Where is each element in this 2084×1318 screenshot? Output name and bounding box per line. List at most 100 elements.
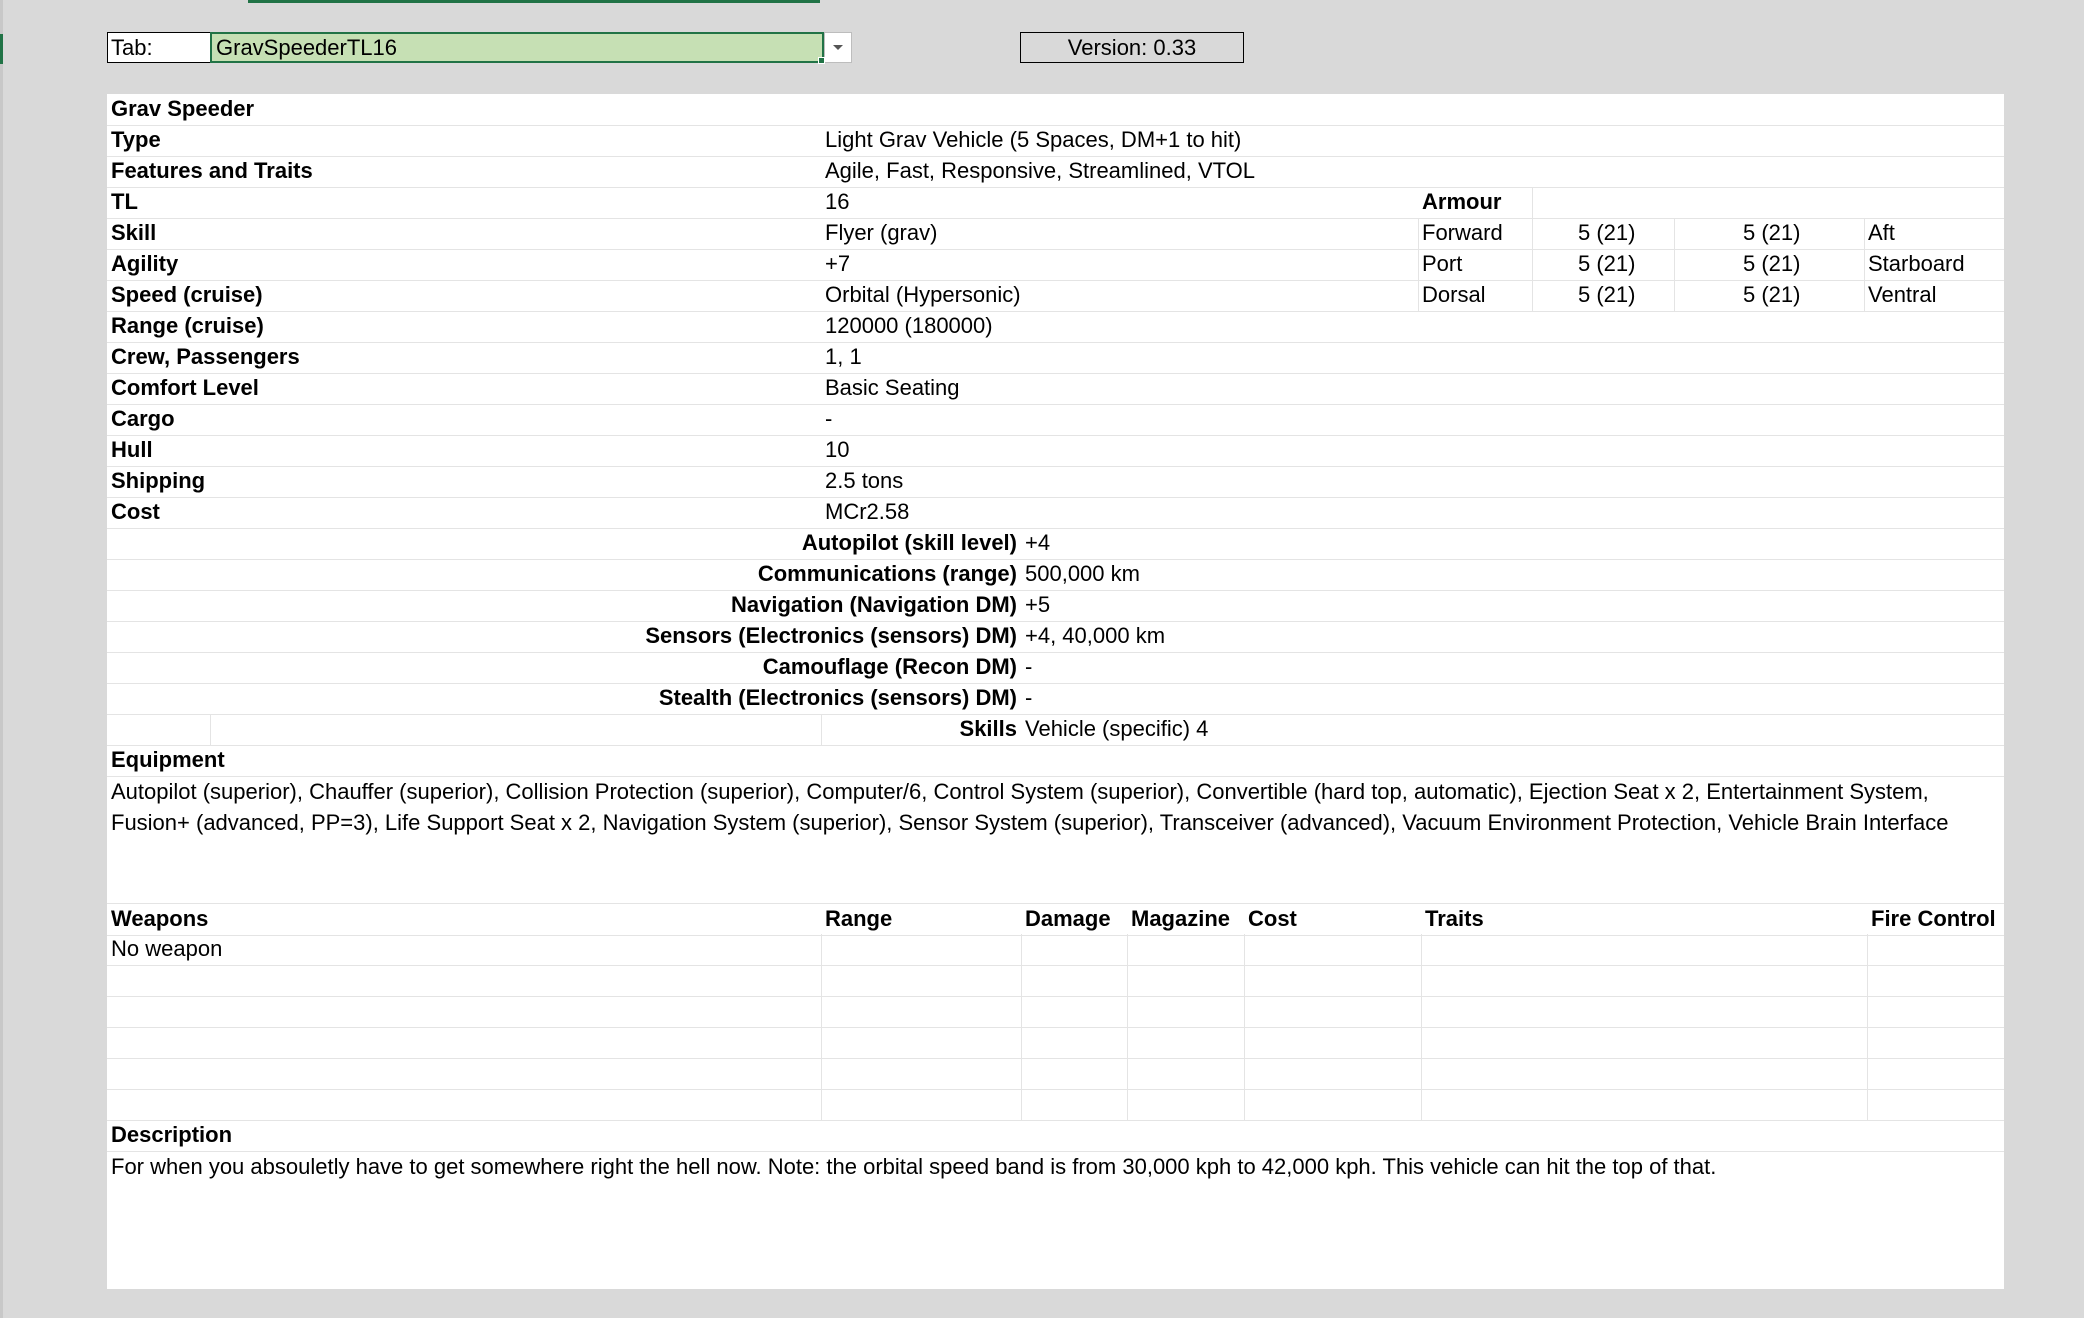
selected-column-marker bbox=[248, 0, 820, 3]
damage-header: Damage bbox=[1025, 906, 1111, 931]
vehicle-name-row: Grav Speeder bbox=[107, 94, 2004, 126]
stat-row: Speed (cruise) Orbital (Hypersonic) Dors… bbox=[107, 280, 2004, 312]
armour-value: 5 (21) bbox=[1743, 282, 1801, 307]
system-row: Autopilot (skill level) +4 bbox=[107, 528, 2004, 560]
stat-value: MCr2.58 bbox=[825, 499, 910, 524]
armour-value: 5 (21) bbox=[1578, 282, 1636, 307]
stat-row: Comfort Level Basic Seating bbox=[107, 373, 2004, 405]
system-row: Camouflage (Recon DM) - bbox=[107, 652, 2004, 684]
vehicle-sheet: Grav Speeder Type Light Grav Vehicle (5 … bbox=[107, 94, 2004, 1289]
armour-face: Starboard bbox=[1868, 251, 1965, 276]
system-row: Skills Vehicle (specific) 4 bbox=[107, 714, 2004, 746]
system-label: Camouflage (Recon DM) bbox=[762, 654, 1017, 679]
stat-row: Cost MCr2.58 bbox=[107, 497, 2004, 529]
stat-row: Features and Traits Agile, Fast, Respons… bbox=[107, 156, 2004, 188]
description-title-row: Description bbox=[107, 1120, 2004, 1152]
stat-value: Flyer (grav) bbox=[825, 220, 938, 245]
system-value: +5 bbox=[1025, 592, 1051, 617]
system-row: Sensors (Electronics (sensors) DM) +4, 4… bbox=[107, 621, 2004, 653]
stat-row: Shipping 2.5 tons bbox=[107, 466, 2004, 498]
stat-label: Comfort Level bbox=[111, 375, 259, 400]
armour-value: 5 (21) bbox=[1578, 220, 1636, 245]
tab-select[interactable]: GravSpeederTL16 bbox=[210, 32, 824, 63]
range-header: Range bbox=[825, 906, 893, 931]
stat-value: +7 bbox=[825, 251, 851, 276]
tab-dropdown-button[interactable] bbox=[824, 32, 852, 63]
stat-row: TL 16 Armour bbox=[107, 187, 2004, 219]
stat-label: Type bbox=[111, 127, 161, 152]
stat-value: 2.5 tons bbox=[825, 468, 904, 493]
equipment-title: Equipment bbox=[111, 747, 225, 772]
stat-label: Hull bbox=[111, 437, 153, 462]
stat-label: Agility bbox=[111, 251, 179, 276]
stat-value: Agile, Fast, Responsive, Streamlined, VT… bbox=[825, 158, 1256, 183]
weapon-row bbox=[107, 996, 2004, 1028]
active-row-marker bbox=[0, 34, 3, 64]
stat-label: Cargo bbox=[111, 406, 175, 431]
stat-row: Type Light Grav Vehicle (5 Spaces, DM+1 … bbox=[107, 125, 2004, 157]
system-value: +4, 40,000 km bbox=[1025, 623, 1166, 648]
weapon-row bbox=[107, 965, 2004, 997]
tab-label: Tab: bbox=[107, 32, 211, 63]
cost-header: Cost bbox=[1248, 906, 1297, 931]
weapon-row: No weapon bbox=[107, 934, 2004, 966]
weapons-header: Weapons bbox=[111, 906, 209, 931]
stat-row: Agility +7 Port 5 (21) 5 (21) Starboard bbox=[107, 249, 2004, 281]
stat-value: 16 bbox=[825, 189, 850, 214]
weapon-name: No weapon bbox=[111, 936, 223, 961]
stat-label: Speed (cruise) bbox=[111, 282, 263, 307]
armour-face: Dorsal bbox=[1422, 282, 1486, 307]
fill-handle[interactable] bbox=[818, 57, 825, 64]
system-label: Skills bbox=[959, 716, 1017, 741]
system-row: Navigation (Navigation DM) +5 bbox=[107, 590, 2004, 622]
armour-face: Ventral bbox=[1868, 282, 1937, 307]
sheet-left-edge bbox=[0, 0, 3, 1318]
version-box: Version: 0.33 bbox=[1020, 32, 1244, 63]
armour-value: 5 (21) bbox=[1578, 251, 1636, 276]
stat-value: Orbital (Hypersonic) bbox=[825, 282, 1021, 307]
weapon-row bbox=[107, 1027, 2004, 1059]
stat-row: Crew, Passengers 1, 1 bbox=[107, 342, 2004, 374]
system-label: Autopilot (skill level) bbox=[801, 530, 1017, 555]
stat-label: Cost bbox=[111, 499, 160, 524]
stat-value: - bbox=[825, 406, 833, 431]
weapon-row bbox=[107, 1089, 2004, 1121]
stat-value: Light Grav Vehicle (5 Spaces, DM+1 to hi… bbox=[825, 127, 1242, 152]
system-value: +4 bbox=[1025, 530, 1051, 555]
armour-value: 5 (21) bbox=[1743, 220, 1801, 245]
stat-value: 120000 (180000) bbox=[825, 313, 993, 338]
stat-label: Range (cruise) bbox=[111, 313, 264, 338]
stat-row: Skill Flyer (grav) Forward 5 (21) 5 (21)… bbox=[107, 218, 2004, 250]
armour-face: Aft bbox=[1868, 220, 1895, 245]
stat-value: 1, 1 bbox=[825, 344, 862, 369]
magazine-header: Magazine bbox=[1131, 906, 1231, 931]
equipment-text: Autopilot (superior), Chauffer (superior… bbox=[111, 779, 1949, 835]
stat-label: Features and Traits bbox=[111, 158, 313, 183]
stat-row: Hull 10 bbox=[107, 435, 2004, 467]
system-value: - bbox=[1025, 654, 1033, 679]
system-label: Sensors (Electronics (sensors) DM) bbox=[645, 623, 1017, 648]
system-row: Stealth (Electronics (sensors) DM) - bbox=[107, 683, 2004, 715]
stat-row: Cargo - bbox=[107, 404, 2004, 436]
system-label: Navigation (Navigation DM) bbox=[730, 592, 1017, 617]
stat-row: Range (cruise) 120000 (180000) bbox=[107, 311, 2004, 343]
stat-value: 10 bbox=[825, 437, 850, 462]
stat-label: TL bbox=[111, 189, 138, 214]
traits-header: Traits bbox=[1425, 906, 1484, 931]
system-value: 500,000 km bbox=[1025, 561, 1140, 586]
fire-control-header: Fire Control bbox=[1871, 906, 1996, 931]
stat-label: Skill bbox=[111, 220, 157, 245]
description-text: For when you absouletly have to get some… bbox=[111, 1154, 1717, 1179]
vehicle-name: Grav Speeder bbox=[111, 96, 255, 121]
armour-value: 5 (21) bbox=[1743, 251, 1801, 276]
stat-label: Shipping bbox=[111, 468, 206, 493]
system-value: - bbox=[1025, 685, 1033, 710]
system-label: Stealth (Electronics (sensors) DM) bbox=[658, 685, 1017, 710]
weapons-header-row: Weapons Range Damage Magazine Cost Trait… bbox=[107, 903, 2004, 936]
system-value: Vehicle (specific) 4 bbox=[1025, 716, 1209, 741]
system-label: Communications (range) bbox=[757, 561, 1017, 586]
system-row: Communications (range) 500,000 km bbox=[107, 559, 2004, 591]
stat-label: Crew, Passengers bbox=[111, 344, 300, 369]
description-text-row: For when you absouletly have to get some… bbox=[107, 1151, 2004, 1271]
equipment-title-row: Equipment bbox=[107, 745, 2004, 777]
